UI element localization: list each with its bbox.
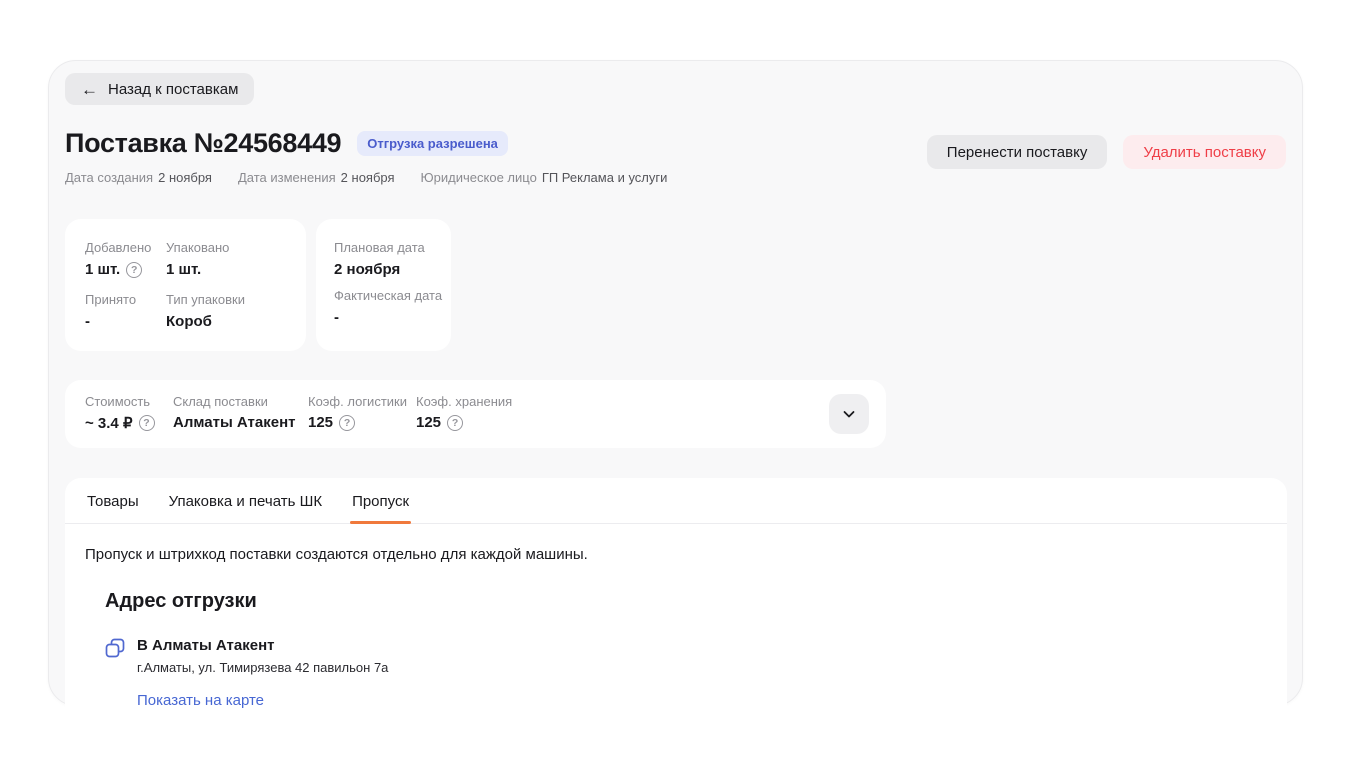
package-type-label: Тип упаковки <box>166 292 286 307</box>
added-value: 1 шт. <box>85 261 120 278</box>
packed-value: 1 шт. <box>166 261 201 278</box>
accepted-label: Принято <box>85 292 166 307</box>
expand-cost-card-button[interactable] <box>829 394 869 434</box>
meta-legal-entity-label: Юридическое лицо <box>421 170 537 185</box>
chevron-down-icon <box>841 406 857 422</box>
address-line: г.Алматы, ул. Тимирязева 42 павильон 7а <box>137 660 388 675</box>
back-button-label: Назад к поставкам <box>108 81 238 98</box>
warehouse-cell: Склад поставки Алматы Атакент <box>173 394 308 448</box>
meta-modified-label: Дата изменения <box>238 170 336 185</box>
page-header: Поставка №24568449 Отгрузка разрешена Да… <box>65 128 1286 185</box>
help-icon[interactable]: ? <box>447 415 463 431</box>
help-icon[interactable]: ? <box>339 415 355 431</box>
actual-date-cell: Фактическая дата - <box>334 288 433 326</box>
cost-cell: Стоимость ~ 3.4 ₽ ? <box>85 394 173 448</box>
page-title: Поставка №24568449 <box>65 128 341 159</box>
storage-coef-value: 125 <box>416 414 441 431</box>
logistics-coef-cell: Коэф. логистики 125 ? <box>308 394 416 448</box>
address-text-block: В Алматы Атакент г.Алматы, ул. Тимирязев… <box>137 637 388 710</box>
logistics-coef-value: 125 <box>308 414 333 431</box>
actual-date-label: Фактическая дата <box>334 288 433 303</box>
tab-content-card: Товары Упаковка и печать ШК Пропуск Проп… <box>65 478 1287 736</box>
meta-created-label: Дата создания <box>65 170 153 185</box>
logistics-coef-label: Коэф. логистики <box>308 394 416 409</box>
actual-date-value: - <box>334 309 339 326</box>
meta-created-value: 2 ноября <box>158 170 212 185</box>
delete-delivery-button[interactable]: Удалить поставку <box>1123 135 1286 169</box>
packed-cell: Упаковано 1 шт. <box>166 240 286 278</box>
cost-value: ~ 3.4 ₽ <box>85 414 133 432</box>
storage-coef-label: Коэф. хранения <box>416 394 512 409</box>
tab-goods[interactable]: Товары <box>85 478 141 523</box>
header-actions: Перенести поставку Удалить поставку <box>927 135 1286 169</box>
planned-date-value: 2 ноября <box>334 261 400 278</box>
tab-pass[interactable]: Пропуск <box>350 478 411 523</box>
packed-label: Упаковано <box>166 240 286 255</box>
meta-modified-value: 2 ноября <box>341 170 395 185</box>
accepted-cell: Принято - <box>85 292 166 330</box>
shipping-address-item: В Алматы Атакент г.Алматы, ул. Тимирязев… <box>105 637 1287 710</box>
accepted-value: - <box>85 313 90 330</box>
planned-date-label: Плановая дата <box>334 240 433 255</box>
added-cell: Добавлено 1 шт. ? <box>85 240 166 278</box>
meta-modified: Дата изменения 2 ноября <box>238 170 395 185</box>
back-to-deliveries-button[interactable]: ← Назад к поставкам <box>65 73 254 105</box>
status-badge: Отгрузка разрешена <box>357 131 508 156</box>
warehouse-value: Алматы Атакент <box>173 414 296 431</box>
meta-legal-entity: Юридическое лицо ГП Реклама и услуги <box>421 170 668 185</box>
storage-coef-cell: Коэф. хранения 125 ? <box>416 394 512 448</box>
cost-card: Стоимость ~ 3.4 ₽ ? Склад поставки Алмат… <box>65 380 886 448</box>
tab-packing-and-barcode[interactable]: Упаковка и печать ШК <box>167 478 324 523</box>
warehouse-label: Склад поставки <box>173 394 308 409</box>
summary-cards-row: Добавлено 1 шт. ? Упаковано 1 шт. Принят… <box>65 219 1286 351</box>
planned-date-cell: Плановая дата 2 ноября <box>334 240 433 278</box>
header-left: Поставка №24568449 Отгрузка разрешена Да… <box>65 128 667 185</box>
address-warehouse-name: В Алматы Атакент <box>137 637 388 654</box>
show-on-map-link[interactable]: Показать на карте <box>137 692 264 709</box>
shipping-address-title: Адрес отгрузки <box>105 590 1287 613</box>
help-icon[interactable]: ? <box>139 415 155 431</box>
meta-created: Дата создания 2 ноября <box>65 170 212 185</box>
meta-row: Дата создания 2 ноября Дата изменения 2 но… <box>65 170 667 185</box>
copy-icon[interactable] <box>105 638 125 658</box>
meta-legal-entity-value: ГП Реклама и услуги <box>542 170 668 185</box>
dates-card: Плановая дата 2 ноября Фактическая дата … <box>316 219 451 351</box>
help-icon[interactable]: ? <box>126 262 142 278</box>
move-delivery-button[interactable]: Перенести поставку <box>927 135 1108 169</box>
pass-note-text: Пропуск и штрихкод поставки создаются от… <box>85 546 1267 563</box>
package-type-cell: Тип упаковки Короб <box>166 292 286 330</box>
cost-label: Стоимость <box>85 394 173 409</box>
quantities-card: Добавлено 1 шт. ? Упаковано 1 шт. Принят… <box>65 219 306 351</box>
back-arrow-icon: ← <box>81 81 98 98</box>
added-label: Добавлено <box>85 240 166 255</box>
delivery-detail-panel: ← Назад к поставкам Поставка №24568449 О… <box>48 60 1303 706</box>
tab-bar: Товары Упаковка и печать ШК Пропуск <box>65 478 1287 524</box>
package-type-value: Короб <box>166 313 212 330</box>
title-line: Поставка №24568449 Отгрузка разрешена <box>65 128 667 159</box>
